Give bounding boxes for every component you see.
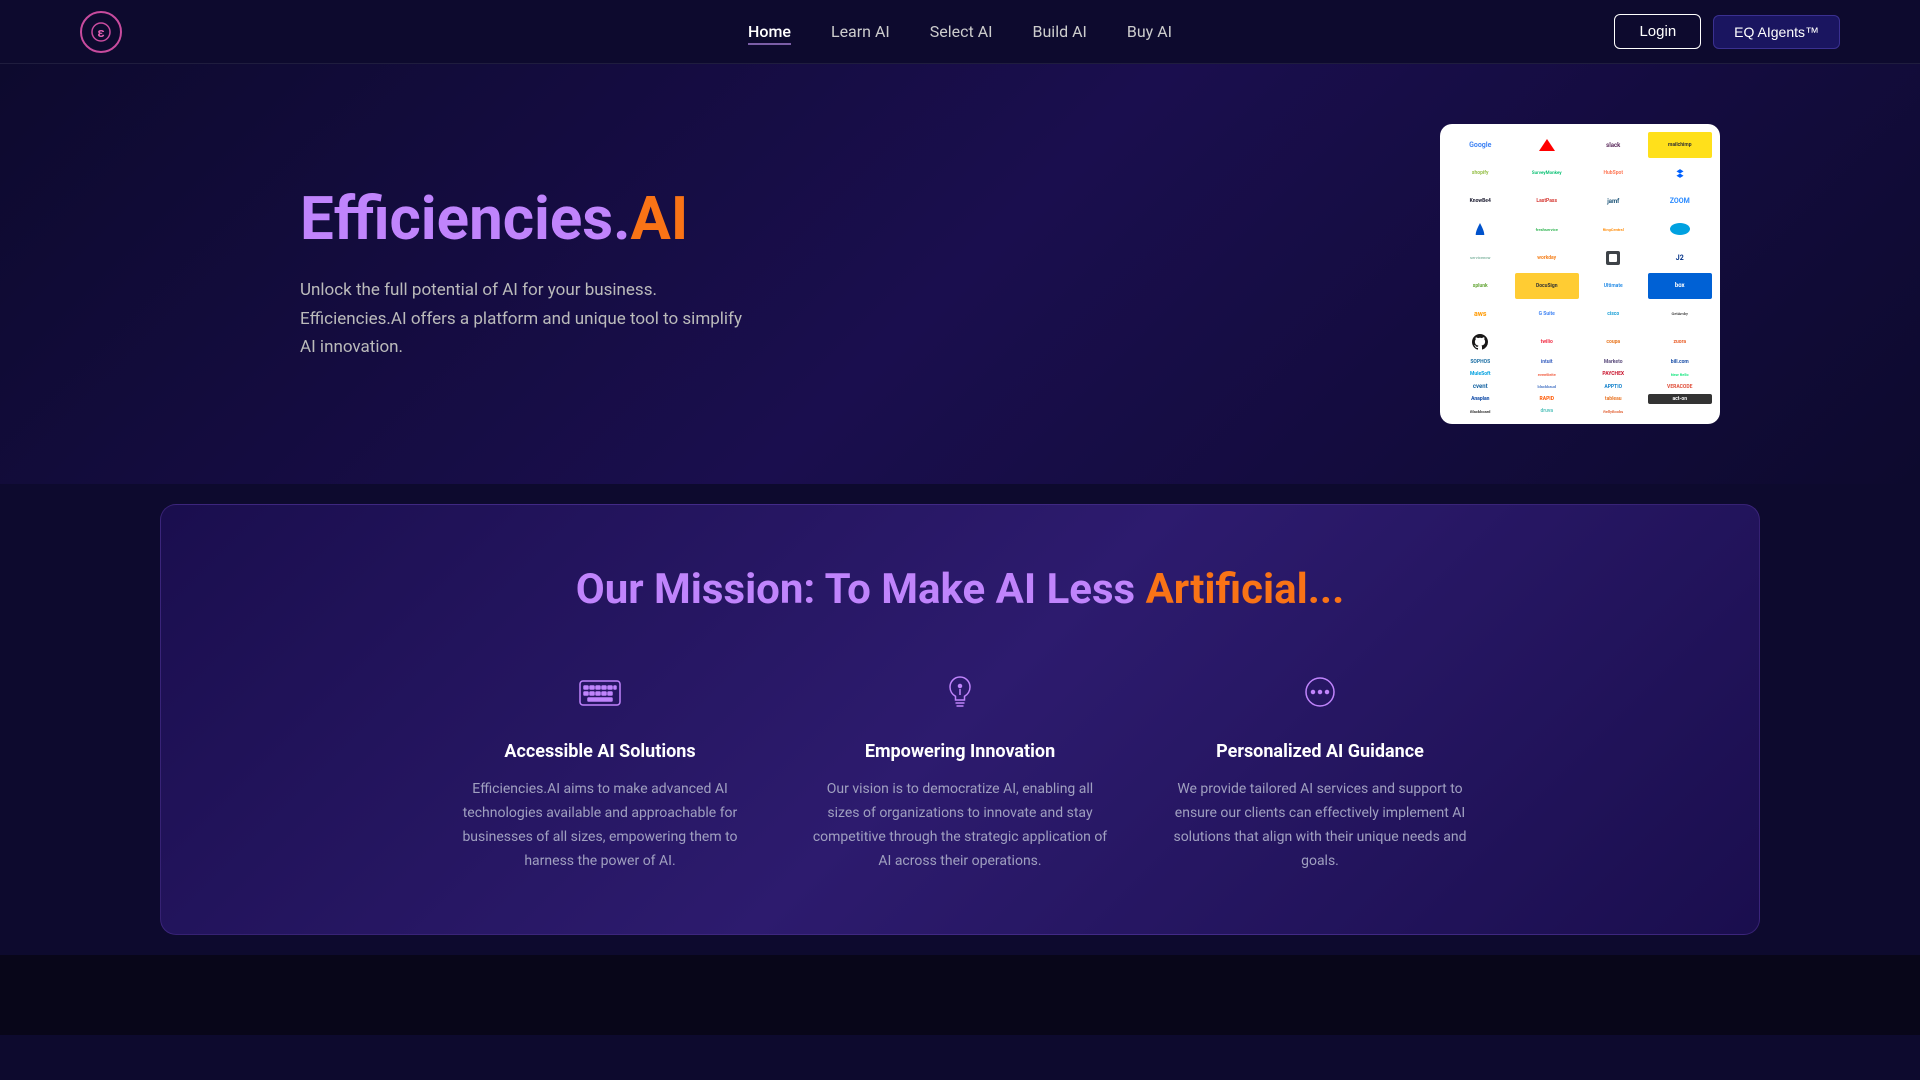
logo-apptio: APPTIO [1581,381,1646,392]
logo-icon: ε [80,11,122,53]
logo-lastpass: LastPass [1515,188,1580,214]
logo-acton: act-on [1648,394,1713,404]
mission-title-purple: Our Mission: To Make AI Less [576,565,1146,614]
logo-box: box [1648,273,1713,299]
logo-intuit: intuit [1515,357,1580,367]
card-desc-guidance: We provide tailored AI services and supp… [1170,778,1470,873]
login-button[interactable]: Login [1614,14,1701,49]
logo-veracode: VERACODE [1648,381,1713,392]
card-title-innovation: Empowering Innovation [810,741,1110,762]
partner-logo-grid: Google slack mailchimp shopify SurveyMon… [1440,124,1720,424]
nav-actions: Login EQ AIgents™ [1614,14,1840,49]
logo-square [1581,245,1646,271]
logo-knowbe4: KnowBe4 [1448,188,1513,214]
nav-home[interactable]: Home [748,22,791,45]
mission-cards: Accessible AI Solutions Efficiencies.AI … [241,665,1679,873]
logo-docusign: DocuSign [1515,273,1580,299]
logo-sophos: SOPHOS [1448,357,1513,367]
hero-subtitle: Unlock the full potential of AI for your… [300,276,760,363]
mission-title: Our Mission: To Make AI Less Artificial.… [241,565,1679,615]
logo-twilio: twilio [1515,329,1580,355]
card-title-accessible: Accessible AI Solutions [450,741,750,762]
logo-tableau: tableau [1581,394,1646,404]
eq-aigents-button[interactable]: EQ AIgents™ [1713,15,1840,49]
navbar: ε Home Learn AI Select AI Build AI Buy A… [0,0,1920,64]
logo-workday: workday [1515,245,1580,271]
nav-select-ai[interactable]: Select AI [930,22,993,41]
hero-section: Efficiencies.AI Unlock the full potentia… [0,64,1920,484]
chat-icon [1292,665,1348,721]
card-desc-innovation: Our vision is to democratize AI, enablin… [810,778,1110,873]
logo-surveymonkey: SurveyMonkey [1515,160,1580,186]
logo-rapidg: RAPID [1515,394,1580,404]
logo-cvent: cvent [1448,381,1513,392]
logo-rellybooks: RellyBooks [1581,406,1646,416]
logo-salesforce [1648,216,1713,242]
logo-anaplan: Anaplan [1448,394,1513,404]
logo-shopify: shopify [1448,160,1513,186]
logo-druva: druva [1515,406,1580,416]
card-title-guidance: Personalized AI Guidance [1170,741,1470,762]
logo-newrelic: New Relic [1648,369,1713,379]
logo-j2: J2 [1648,245,1713,271]
logo-slack: slack [1581,132,1646,158]
logo-aws: aws [1448,301,1513,327]
lightbulb-icon [932,665,988,721]
keyboard-icon [572,665,628,721]
mission-section: Our Mission: To Make AI Less Artificial.… [160,504,1760,935]
mission-card-accessible: Accessible AI Solutions Efficiencies.AI … [450,665,750,873]
logo-google: Google [1448,132,1513,158]
mission-card-innovation: Empowering Innovation Our vision is to d… [810,665,1110,873]
logo-mailchimp: mailchimp [1648,132,1713,158]
nav-buy-ai[interactable]: Buy AI [1127,22,1172,41]
logo[interactable]: ε [80,11,122,53]
logo-eventbrite: eventbrite [1515,369,1580,379]
logo-zuora: zuora [1648,329,1713,355]
hero-title-orange: AI [630,183,688,254]
logo-getambly: GetAmby [1648,301,1713,327]
logo-ultimate: Ultimate [1581,273,1646,299]
logo-atlassian [1448,216,1513,242]
hero-content: Efficiencies.AI Unlock the full potentia… [300,186,760,363]
logo-dropbox [1648,160,1713,186]
logo-marketo: Marketo [1581,357,1646,367]
hero-title: Efficiencies.AI [300,186,760,252]
logo-paychex: PAYCHEX [1581,369,1646,379]
hero-title-purple: Efficiencies. [300,183,630,254]
logo-hubspot: HubSpot [1581,160,1646,186]
logo-cisco: cisco [1581,301,1646,327]
svg-text:ε: ε [97,26,104,41]
logo-gsuite: G Suite [1515,301,1580,327]
logo-servicenow: servicenow [1448,245,1513,271]
nav-build-ai[interactable]: Build AI [1033,22,1087,41]
mission-title-orange: Artificial... [1146,565,1345,614]
footer-strip [0,955,1920,1035]
logo-jamf: jamf [1581,188,1646,214]
mission-card-guidance: Personalized AI Guidance We provide tail… [1170,665,1470,873]
nav-links: Home Learn AI Select AI Build AI Buy AI [748,22,1172,41]
logo-freshservice: freshservice [1515,216,1580,242]
logo-ringcentral: RingCentral [1581,216,1646,242]
card-desc-accessible: Efficiencies.AI aims to make advanced AI… [450,778,750,873]
nav-learn-ai[interactable]: Learn AI [831,22,890,41]
logo-splunk: splunk [1448,273,1513,299]
logo-github [1448,329,1513,355]
logo-blackboard: Blackboard [1448,406,1513,416]
logo-blackbaud: blackbaud [1515,381,1580,392]
logo-mulesoft: MuleSoft [1448,369,1513,379]
logo-coupa: coupa [1581,329,1646,355]
logo-billcom: bill.com [1648,357,1713,367]
logo-zoom: ZOOM [1648,188,1713,214]
logo-adobe [1515,132,1580,158]
